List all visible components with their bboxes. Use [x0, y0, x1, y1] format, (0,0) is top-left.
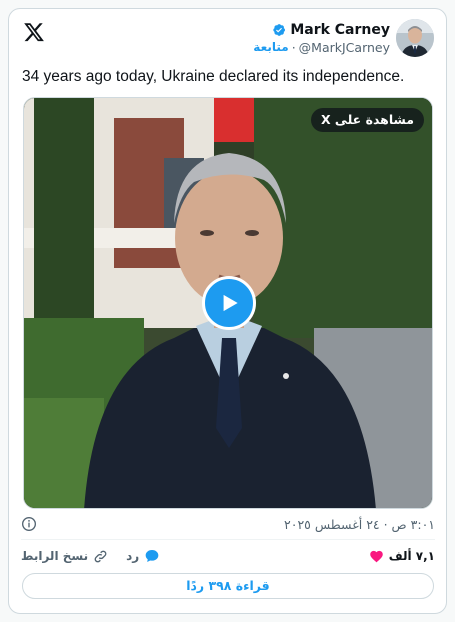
action-bar: نسخ الرابط رد ٧,١ ألف — [21, 546, 435, 566]
divider — [21, 539, 435, 540]
reply-button[interactable]: رد — [126, 548, 160, 564]
tweet-card: Mark Carney متابعة · @MarkJCarney 34 yea… — [8, 8, 447, 614]
likes-count: ٧,١ ألف — [388, 549, 435, 563]
author-names: Mark Carney متابعة · @MarkJCarney — [253, 22, 390, 55]
follow-button[interactable]: متابعة — [253, 40, 288, 54]
play-icon — [223, 294, 238, 312]
watch-on-x-button[interactable]: مشاهدة على X — [310, 108, 424, 132]
heart-icon — [369, 550, 383, 562]
verified-badge-icon — [273, 23, 286, 36]
reply-icon — [145, 550, 159, 562]
x-logo-icon[interactable] — [23, 21, 45, 43]
copy-link-button[interactable]: نسخ الرابط — [21, 549, 108, 564]
video-player[interactable]: مشاهدة على X — [23, 97, 433, 509]
reply-label: رد — [126, 549, 140, 563]
read-replies-button[interactable]: قراءة ٣٩٨ ردًا — [22, 573, 434, 599]
copy-link-label: نسخ الرابط — [21, 549, 89, 563]
author-block: Mark Carney متابعة · @MarkJCarney — [253, 19, 434, 57]
author-handle[interactable]: @MarkJCarney — [299, 40, 390, 55]
play-button[interactable] — [202, 276, 256, 330]
author-display-name[interactable]: Mark Carney — [290, 22, 390, 38]
separator-dot: · — [291, 39, 296, 55]
like-button[interactable]: ٧,١ ألف — [369, 549, 435, 564]
timestamp[interactable]: ٣:٠١ ص · ٢٤ أغسطس ٢٠٢٥ — [284, 517, 435, 532]
avatar[interactable] — [396, 19, 434, 57]
link-icon — [94, 550, 107, 562]
info-icon[interactable] — [21, 516, 37, 532]
tweet-text: 34 years ago today, Ukraine declared its… — [22, 68, 405, 85]
meta-row: ٣:٠١ ص · ٢٤ أغسطس ٢٠٢٥ — [21, 515, 435, 533]
